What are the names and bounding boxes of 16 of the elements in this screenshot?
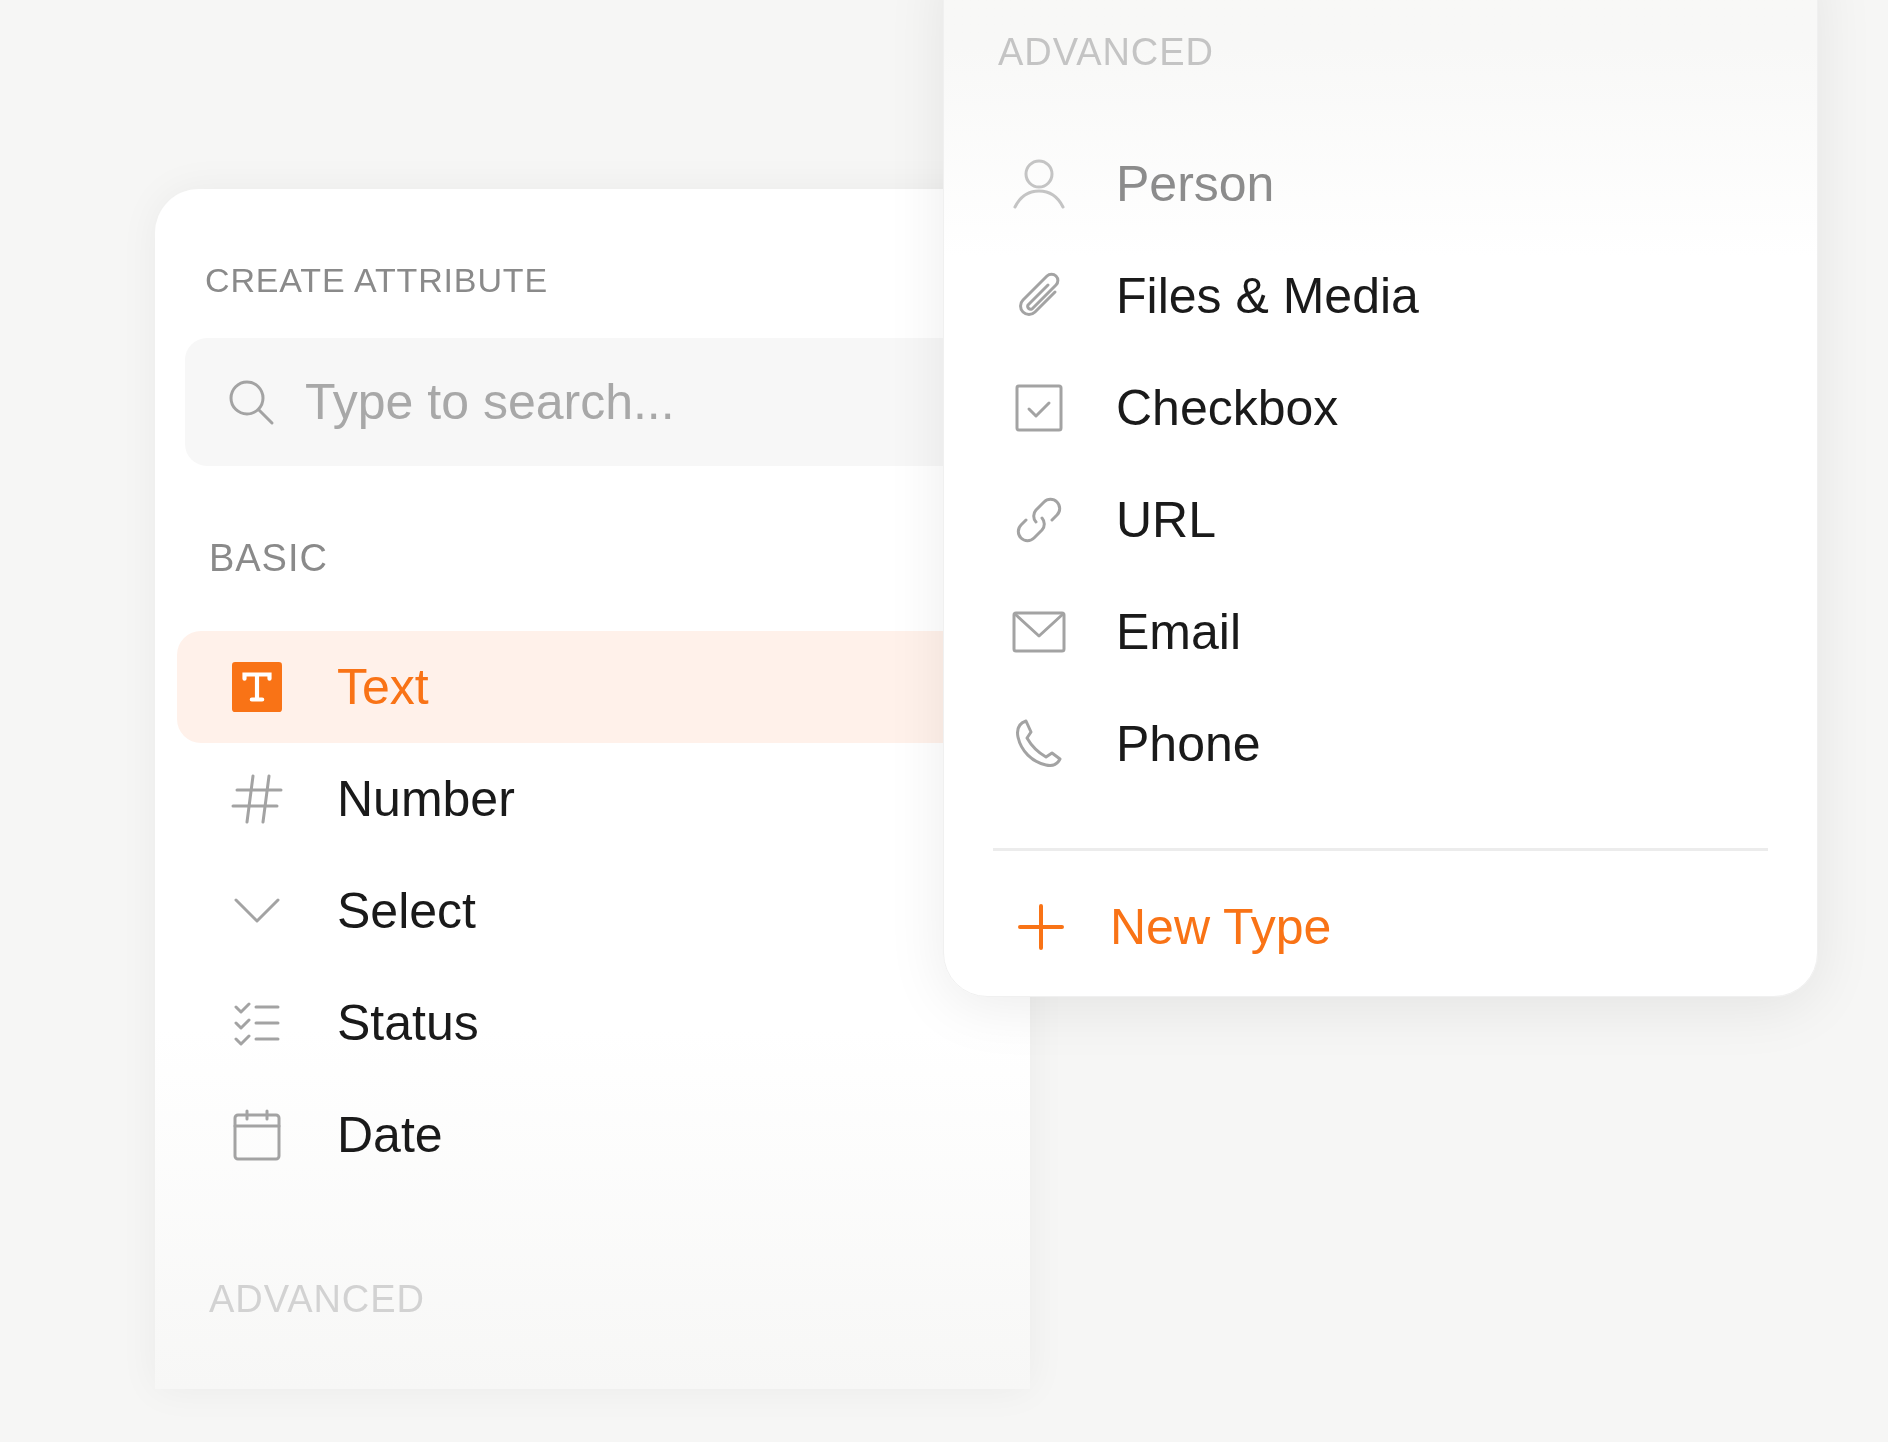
attribute-type-item[interactable]: Status [177, 967, 1077, 1079]
envelope-icon [1012, 611, 1066, 653]
phone-icon [1014, 719, 1064, 769]
search-icon [227, 378, 275, 426]
checklist-icon [234, 1000, 280, 1046]
checkbox-icon [1015, 384, 1063, 432]
panel-title: CREATE ATTRIBUTE [205, 260, 548, 301]
plus-icon [1018, 904, 1064, 950]
attribute-type-item[interactable]: Date [177, 1079, 1077, 1191]
chevron-down-icon [234, 898, 280, 924]
section-heading: BASIC [209, 536, 328, 581]
menu-item[interactable]: URL [944, 464, 1817, 576]
hash-icon [231, 774, 283, 824]
calendar-icon [233, 1109, 281, 1161]
person-icon [1013, 159, 1065, 209]
text-type-icon [232, 662, 282, 712]
